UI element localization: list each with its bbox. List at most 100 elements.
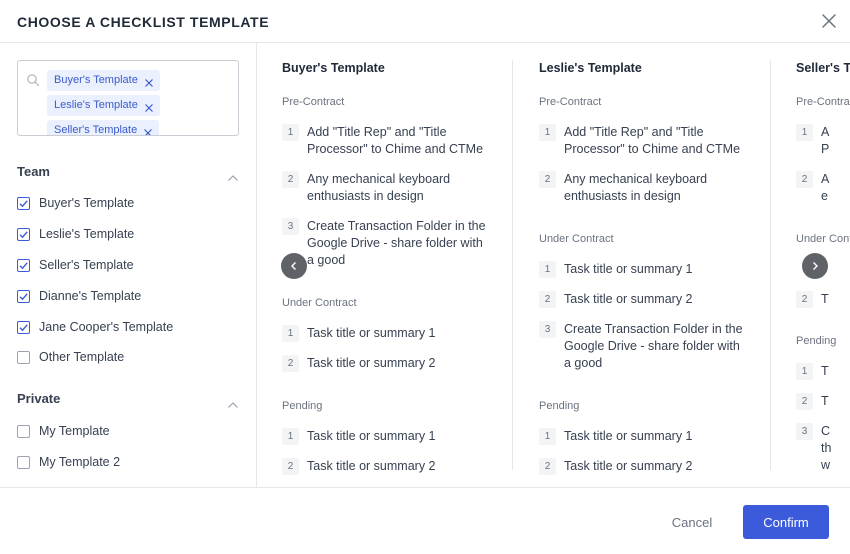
task-number: 2 bbox=[282, 355, 299, 372]
task-number: 1 bbox=[796, 363, 813, 380]
task-number: 2 bbox=[282, 458, 299, 475]
checkbox[interactable] bbox=[17, 350, 30, 364]
modal-header: CHOOSE A CHECKLIST TEMPLATE bbox=[0, 0, 850, 43]
task-number: 1 bbox=[282, 124, 299, 141]
team-template-checkbox[interactable]: Other Template bbox=[17, 348, 124, 366]
task-text: Task title or summary 2 bbox=[307, 459, 436, 473]
stage-label: Pending bbox=[282, 400, 323, 412]
template-column-leslie[interactable]: Leslie's Template Pre-Contract 1 Add "Ti… bbox=[539, 43, 771, 487]
task-number: 1 bbox=[539, 124, 556, 141]
task-text: Task title or summary 2 bbox=[564, 459, 693, 473]
close-icon[interactable] bbox=[820, 12, 838, 30]
task-text: Task title or summary 1 bbox=[307, 429, 436, 443]
task-number: 2 bbox=[539, 458, 556, 475]
stage-label: Pending bbox=[796, 335, 837, 347]
team-template-checkbox[interactable]: Jane Cooper's Template bbox=[17, 318, 173, 336]
task-number: 3 bbox=[282, 218, 299, 235]
task-number: 3 bbox=[796, 423, 813, 440]
task-text: Task title or summary 1 bbox=[307, 326, 436, 340]
search-icon bbox=[26, 73, 40, 87]
modal-title: CHOOSE A CHECKLIST TEMPLATE bbox=[17, 14, 270, 30]
template-search-input[interactable]: Buyer's Template Leslie's Template Selle… bbox=[17, 60, 239, 136]
chevron-right-icon bbox=[813, 262, 818, 270]
task-text: Task title or summary 2 bbox=[564, 292, 693, 306]
checkbox-label: Other Template bbox=[39, 350, 125, 364]
search-chip-label: Seller's Template bbox=[54, 124, 138, 136]
team-template-checkbox[interactable]: Buyer's Template bbox=[17, 194, 134, 212]
task-number: 2 bbox=[539, 171, 556, 188]
private-template-checkbox[interactable]: My Template bbox=[17, 422, 110, 440]
task-number: 1 bbox=[282, 325, 299, 342]
checkbox[interactable] bbox=[17, 196, 30, 210]
task-number: 2 bbox=[796, 393, 813, 410]
checkbox[interactable] bbox=[17, 455, 30, 469]
task-text: Add "Title Rep" and "Title Processor" to… bbox=[307, 125, 484, 156]
task-number: 1 bbox=[282, 428, 299, 445]
chevron-left-icon bbox=[291, 262, 296, 270]
task-text: Task title or summary 1 bbox=[564, 429, 693, 443]
task-text: T bbox=[821, 394, 829, 408]
team-template-checkbox[interactable]: Dianne's Template bbox=[17, 287, 141, 305]
column-divider bbox=[512, 60, 513, 470]
checkbox-label: Jane Cooper's Template bbox=[39, 320, 174, 334]
carousel-prev-button[interactable] bbox=[281, 253, 307, 279]
stage-label: Pre-Contract bbox=[282, 96, 345, 108]
template-title: Leslie's Template bbox=[539, 61, 642, 75]
private-section-title: Private bbox=[17, 391, 61, 406]
task-text: T bbox=[821, 292, 829, 306]
chip-remove-icon[interactable] bbox=[144, 100, 154, 112]
task-number: 2 bbox=[539, 291, 556, 308]
task-number: 2 bbox=[796, 291, 813, 308]
stage-label: Pre-Contract bbox=[539, 96, 602, 108]
search-chip: Leslie's Template bbox=[47, 95, 160, 116]
team-template-checkbox[interactable]: Leslie's Template bbox=[17, 225, 134, 243]
task-number: 1 bbox=[539, 261, 556, 278]
task-number: 1 bbox=[796, 124, 813, 141]
task-number: 2 bbox=[796, 171, 813, 188]
chevron-up-icon[interactable] bbox=[227, 396, 239, 408]
stage-label: Pending bbox=[539, 400, 580, 412]
checkbox-label: Leslie's Template bbox=[39, 227, 135, 241]
template-preview-area: Buyer's Template Pre-Contract 1 Add "Tit… bbox=[257, 43, 850, 487]
task-text: Create Transaction Folder in the Google … bbox=[564, 322, 743, 370]
search-chip-label: Leslie's Template bbox=[54, 99, 138, 111]
chip-remove-icon[interactable] bbox=[143, 125, 153, 135]
task-text: A P bbox=[821, 125, 830, 156]
search-chip: Buyer's Template bbox=[47, 70, 160, 91]
task-text: Task title or summary 1 bbox=[564, 262, 693, 276]
task-number: 1 bbox=[539, 428, 556, 445]
checkbox-label: My Template 2 bbox=[39, 455, 121, 469]
checkbox[interactable] bbox=[17, 424, 30, 438]
template-sidebar: Buyer's Template Leslie's Template Selle… bbox=[0, 43, 257, 487]
checkbox[interactable] bbox=[17, 320, 30, 334]
cancel-button[interactable]: Cancel bbox=[663, 505, 721, 539]
checkbox-label: My Template bbox=[39, 424, 110, 438]
column-divider bbox=[770, 60, 771, 470]
checkbox-label: Buyer's Template bbox=[39, 196, 135, 210]
team-section-title: Team bbox=[17, 164, 50, 179]
task-text: Any mechanical keyboard enthusiasts in d… bbox=[307, 172, 451, 203]
task-number: 2 bbox=[282, 171, 299, 188]
carousel-next-button[interactable] bbox=[802, 253, 828, 279]
stage-label: Pre-Contract bbox=[796, 96, 850, 108]
task-number: 3 bbox=[539, 321, 556, 338]
template-title: Buyer's Template bbox=[282, 61, 385, 75]
template-column-buyer[interactable]: Buyer's Template Pre-Contract 1 Add "Tit… bbox=[282, 43, 514, 487]
stage-label: Under Contract bbox=[282, 297, 357, 309]
task-text: C th w bbox=[821, 424, 832, 472]
checkbox[interactable] bbox=[17, 258, 30, 272]
task-text: Task title or summary 2 bbox=[307, 356, 436, 370]
task-text: T bbox=[821, 364, 829, 378]
team-template-checkbox[interactable]: Seller's Template bbox=[17, 256, 134, 274]
chevron-up-icon[interactable] bbox=[227, 169, 239, 181]
confirm-button[interactable]: Confirm bbox=[743, 505, 829, 539]
chip-remove-icon[interactable] bbox=[144, 75, 154, 87]
task-text: Create Transaction Folder in the Google … bbox=[307, 219, 486, 267]
stage-label: Under Contract bbox=[539, 233, 614, 245]
checkbox[interactable] bbox=[17, 289, 30, 303]
search-chip-label: Buyer's Template bbox=[54, 74, 138, 86]
search-chip: Seller's Template bbox=[47, 120, 160, 136]
task-text: Add "Title Rep" and "Title Processor" to… bbox=[564, 125, 741, 156]
private-template-checkbox[interactable]: My Template 2 bbox=[17, 453, 120, 471]
checkbox[interactable] bbox=[17, 227, 30, 241]
